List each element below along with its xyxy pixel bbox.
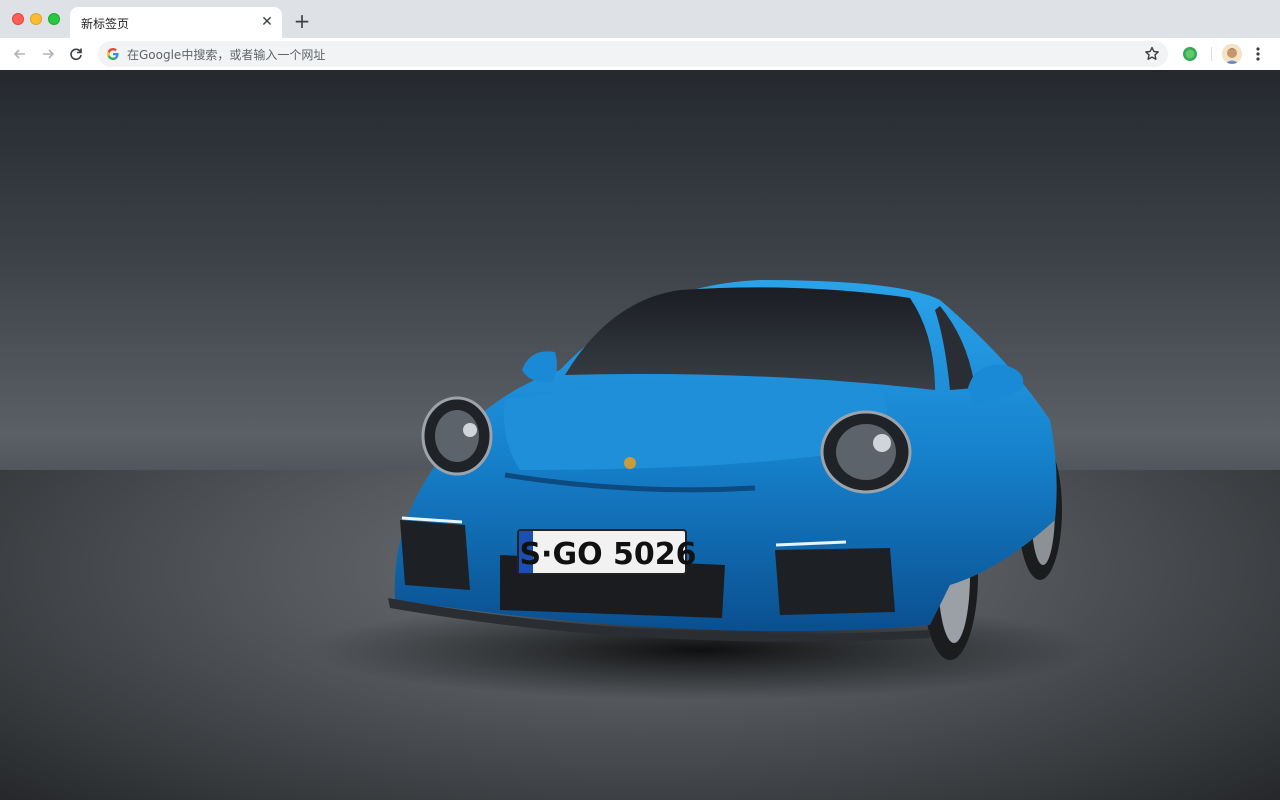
browser-toolbar: 在Google中搜索，或者输入一个网址 — [0, 38, 1280, 70]
omnibox-placeholder: 在Google中搜索，或者输入一个网址 — [127, 48, 326, 62]
window-minimize-button[interactable] — [30, 13, 42, 25]
new-tab-page-background: S·GO 5026 — [0, 70, 1280, 800]
google-g-icon — [107, 47, 119, 60]
toolbar-divider — [1211, 47, 1212, 61]
forward-button[interactable] — [36, 42, 60, 66]
star-icon[interactable] — [1143, 45, 1161, 63]
window-close-button[interactable] — [12, 13, 24, 25]
avatar-icon[interactable] — [1222, 44, 1242, 64]
back-button[interactable] — [8, 42, 32, 66]
omnibox[interactable]: 在Google中搜索，或者输入一个网址 — [98, 41, 1168, 67]
window-zoom-button[interactable] — [48, 13, 60, 25]
green-circle-extension-icon[interactable] — [1182, 46, 1198, 62]
license-plate-text: S·GO 5026 — [519, 537, 696, 572]
tab-new-tab[interactable]: 新标签页 ✕ — [70, 7, 282, 38]
title-bar: 新标签页 ✕ + — [0, 0, 1280, 38]
arrow-right-icon — [43, 49, 55, 59]
reload-button[interactable] — [64, 42, 88, 66]
kebab-menu-icon[interactable] — [1252, 44, 1264, 64]
new-tab-button[interactable]: + — [292, 11, 312, 31]
tab-title: 新标签页 — [81, 17, 130, 31]
wallpaper-car-image: S·GO 5026 — [310, 280, 1090, 700]
reload-icon — [70, 48, 82, 61]
arrow-left-icon — [13, 49, 25, 59]
tab-close-icon[interactable]: ✕ — [259, 14, 275, 30]
